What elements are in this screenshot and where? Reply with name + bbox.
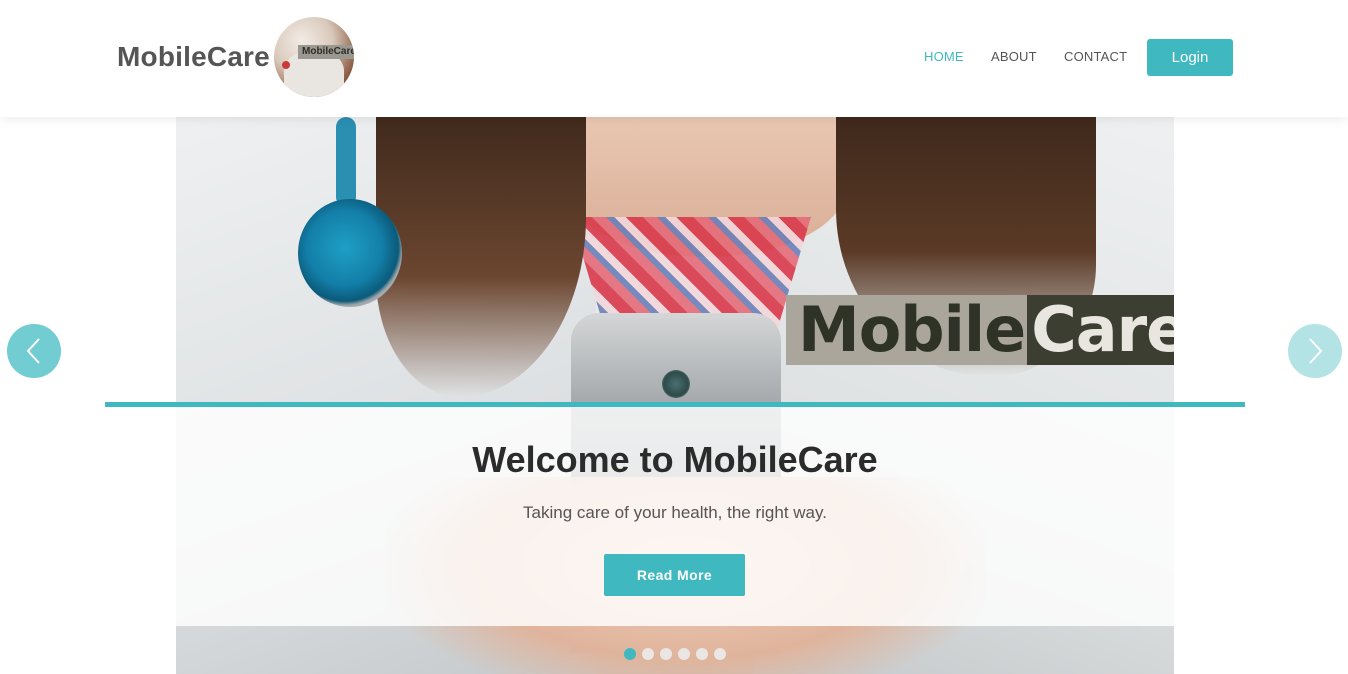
chevron-right-icon [1309,338,1323,364]
watermark-right-text: Care [1027,295,1174,365]
slide-caption: Welcome to MobileCare Taking care of you… [176,407,1174,626]
carousel-dot[interactable] [660,648,672,660]
image-watermark: Mobile Care [786,295,1174,365]
stethoscope-icon [298,199,402,307]
stethoscope-tube-shape [336,117,356,207]
logo-accent-shape [282,61,290,69]
brand-logo[interactable]: MobileCare [274,17,354,97]
read-more-button[interactable]: Read More [604,554,745,596]
hero-title: Welcome to MobileCare [472,439,878,480]
login-button[interactable]: Login [1147,39,1233,76]
chevron-left-icon [26,338,40,364]
site-header: MobileCare MobileCare HOME ABOUT CONTACT… [0,0,1348,117]
carousel-dot[interactable] [714,648,726,660]
carousel-dot[interactable] [624,648,636,660]
caption-accent-line [105,402,1245,407]
carousel-indicators [624,648,726,660]
nav-contact-link[interactable]: CONTACT [1064,49,1127,64]
carousel-dot[interactable] [678,648,690,660]
carousel-next-button[interactable] [1288,324,1342,378]
brand-name[interactable]: MobileCare [117,41,270,73]
carousel-dot[interactable] [642,648,654,660]
logo-text: MobileCare [298,45,354,59]
nav-about-link[interactable]: ABOUT [991,49,1037,64]
carousel-dot[interactable] [696,648,708,660]
carousel-prev-button[interactable] [7,324,61,378]
nav-home-link[interactable]: HOME [924,49,964,64]
watermark-left-text: Mobile [786,295,1028,365]
phone-camera-shape [662,370,690,398]
hero-subtitle: Taking care of your health, the right wa… [523,503,827,522]
